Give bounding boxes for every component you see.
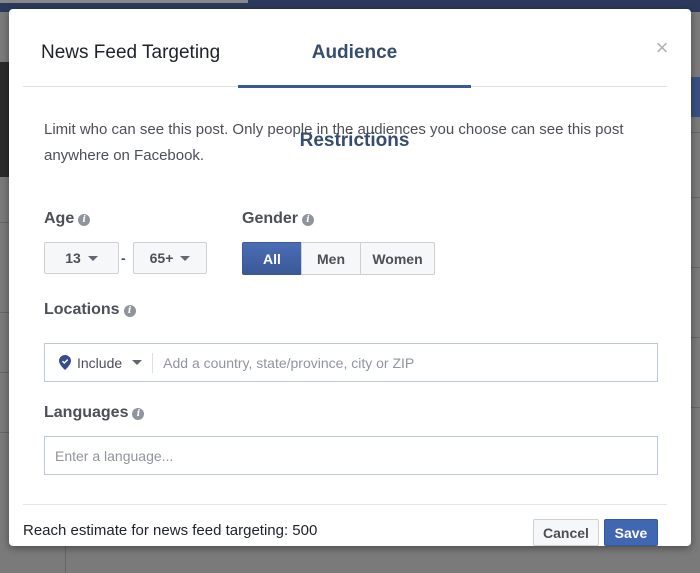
background-right (690, 12, 700, 573)
reach-estimate-text: Reach estimate for news feed targeting: … (23, 522, 318, 539)
background-blue-block (690, 77, 700, 117)
locations-label-text: Locations (44, 301, 120, 318)
background-divider (690, 197, 700, 198)
background-divider (65, 545, 66, 573)
footer-divider (23, 504, 667, 505)
gender-selector: All Men Women (242, 242, 435, 275)
background-divider (690, 267, 700, 268)
gender-label-text: Gender (242, 210, 299, 227)
age-label-text: Age (44, 210, 75, 227)
gender-option-women[interactable]: Women (360, 242, 435, 275)
locations-label: Locations i (44, 301, 136, 319)
background-divider (690, 132, 700, 133)
age-range-separator: - (121, 250, 126, 266)
info-icon[interactable]: i (78, 214, 91, 226)
close-icon[interactable]: × (653, 37, 671, 59)
save-button[interactable]: Save (604, 519, 658, 546)
age-min-value: 13 (65, 250, 81, 266)
languages-input[interactable] (45, 437, 657, 474)
chevron-down-icon (180, 255, 191, 261)
locations-field: Include (44, 343, 658, 382)
info-icon[interactable]: i (302, 214, 315, 226)
background-divider (690, 337, 700, 338)
chevron-down-icon (132, 360, 143, 365)
gender-label: Gender i (242, 210, 315, 228)
languages-field (44, 436, 658, 475)
location-pin-icon (59, 355, 71, 370)
gender-option-men[interactable]: Men (301, 242, 361, 275)
tab-bar: News Feed Targeting Audience Restriction… (23, 9, 667, 151)
background-strip (0, 0, 248, 3)
languages-label: Languages i (44, 404, 145, 422)
tab-audience-restrictions[interactable]: Audience Restrictions (238, 9, 471, 151)
age-min-dropdown[interactable]: 13 (44, 242, 119, 274)
location-mode-dropdown[interactable]: Include (77, 354, 143, 371)
location-mode-value: Include (77, 354, 123, 371)
age-max-dropdown[interactable]: 65+ (133, 242, 207, 274)
audience-restrictions-dialog: News Feed Targeting Audience Restriction… (9, 9, 691, 546)
info-icon[interactable]: i (132, 408, 145, 420)
age-max-value: 65+ (149, 250, 174, 266)
languages-label-text: Languages (44, 404, 129, 421)
locations-input[interactable] (153, 344, 657, 381)
tab-news-feed-targeting[interactable]: News Feed Targeting (23, 9, 238, 87)
background-divider (690, 407, 700, 408)
chevron-down-icon (87, 255, 98, 261)
info-icon[interactable]: i (123, 305, 136, 317)
description-text: Limit who can see this post. Only people… (44, 121, 624, 164)
cancel-button[interactable]: Cancel (533, 519, 599, 546)
age-label: Age i (44, 210, 91, 228)
background-bottom (0, 545, 700, 573)
gender-option-all[interactable]: All (242, 242, 302, 275)
